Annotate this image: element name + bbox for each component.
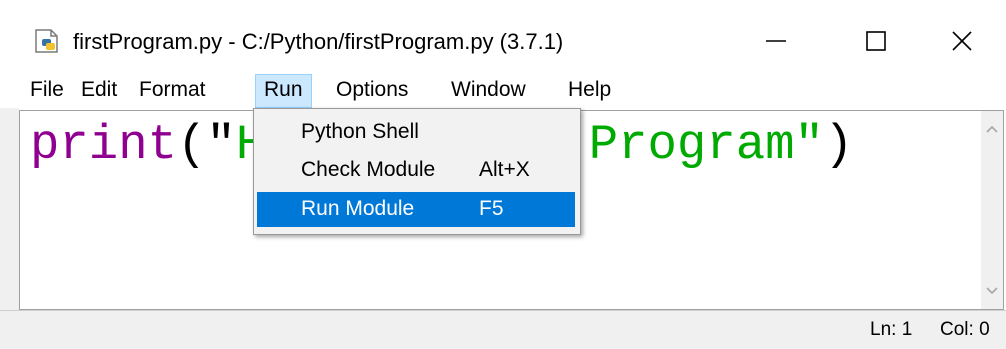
python-file-icon	[33, 28, 63, 54]
menu-window[interactable]: Window	[443, 74, 534, 108]
title-bar[interactable]: firstProgram.py - C:/Python/firstProgram…	[0, 0, 1006, 74]
status-line: Ln: 1	[870, 319, 913, 340]
code-token-punct: )	[823, 117, 854, 173]
menu-item-python-shell[interactable]: Python Shell	[257, 115, 575, 150]
minimize-icon	[764, 29, 788, 53]
window-title: firstProgram.py - C:/Python/firstProgram…	[73, 29, 564, 54]
menu-item-label: Check Module	[301, 158, 436, 181]
menu-bar: File Edit Format Run Options Window Help	[0, 74, 1006, 108]
status-column: Col: 0	[940, 319, 990, 340]
code-token-builtin: print	[30, 117, 178, 173]
chevron-down-icon[interactable]	[985, 283, 999, 301]
vertical-scrollbar[interactable]	[981, 111, 1003, 309]
menu-item-shortcut: Alt+X	[479, 158, 530, 181]
menu-item-shortcut: F5	[479, 197, 504, 220]
window-left-edge	[0, 108, 19, 311]
menu-help[interactable]: Help	[560, 74, 619, 108]
menu-options[interactable]: Options	[328, 74, 416, 108]
menu-edit[interactable]: Edit	[73, 74, 125, 108]
close-icon	[950, 29, 974, 53]
menu-item-label: Python Shell	[301, 120, 419, 143]
chevron-up-icon[interactable]	[985, 121, 999, 139]
minimize-button[interactable]	[746, 18, 806, 64]
close-button[interactable]	[932, 18, 992, 64]
menu-item-run-module[interactable]: Run Module F5	[257, 192, 575, 227]
maximize-button[interactable]	[846, 18, 906, 64]
run-menu-dropdown: Python Shell Check Module Alt+X Run Modu…	[253, 108, 581, 235]
maximize-icon	[864, 29, 888, 53]
menu-format[interactable]: Format	[131, 74, 214, 108]
menu-item-check-module[interactable]: Check Module Alt+X	[257, 153, 575, 188]
menu-item-label: Run Module	[301, 197, 415, 220]
status-bar: Ln: 1 Col: 0	[0, 310, 1006, 349]
code-token-punct: ("	[177, 117, 236, 173]
menu-file[interactable]: File	[22, 74, 72, 108]
menu-run[interactable]: Run	[255, 74, 312, 108]
idle-editor-window: firstProgram.py - C:/Python/firstProgram…	[0, 0, 1006, 349]
